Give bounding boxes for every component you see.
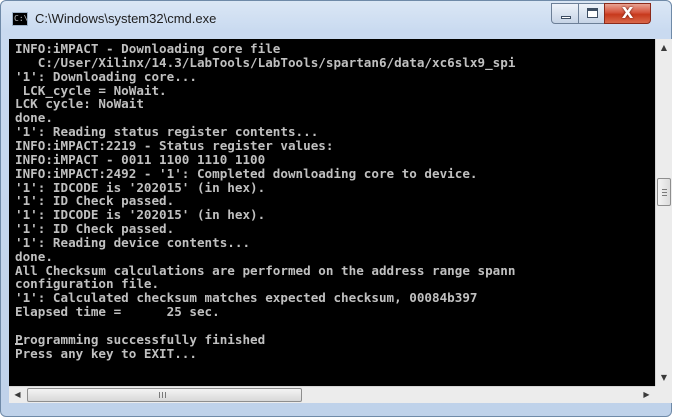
title-bar[interactable]: C:\ C:\Windows\system32\cmd.exe X <box>1 1 671 39</box>
console-line: '1': IDCODE is '202015' (in hex). <box>15 207 266 223</box>
minimize-button[interactable] <box>551 3 579 24</box>
cmd-window: C:\ C:\Windows\system32\cmd.exe X INFO:i… <box>0 0 672 417</box>
console-line: INFO:iMPACT - Downloading core file <box>15 41 281 56</box>
grip-line <box>159 392 160 398</box>
console-line: '1': Downloading core... <box>15 68 197 84</box>
grip-line <box>662 189 667 190</box>
console-line: '1': ID Check passed. <box>15 221 175 237</box>
text-cursor <box>15 343 23 345</box>
console-line: LCK cycle: NoWait <box>15 96 144 112</box>
console-line: '1': IDCODE is '202015' (in hex). <box>15 179 266 195</box>
minimize-icon <box>561 16 571 19</box>
console-line: done. <box>15 110 53 126</box>
grip-line <box>662 195 667 196</box>
close-icon: X <box>621 4 634 22</box>
maximize-button[interactable] <box>578 3 605 24</box>
console-line: '1': Reading status register contents... <box>15 124 319 140</box>
close-button[interactable]: X <box>604 3 651 24</box>
maximize-icon <box>587 8 598 18</box>
console-line: INFO:iMPACT - 0011 1100 1110 1100 <box>15 151 266 167</box>
cmd-icon[interactable]: C:\ <box>12 12 28 26</box>
console-line: All Checksum calculations are performed … <box>15 262 516 278</box>
console-line: INFO:iMPACT:2492 - '1': Completed downlo… <box>15 165 478 181</box>
console-line: Programming successfully finished <box>15 331 266 347</box>
grip-line <box>162 392 163 398</box>
vertical-scroll-thumb[interactable] <box>657 178 671 206</box>
scroll-up-arrow-icon[interactable]: ▲ <box>656 39 672 56</box>
console-line: '1': ID Check passed. <box>15 193 175 209</box>
scrollbar-corner <box>655 386 672 403</box>
console-line: Press any key to EXIT... <box>15 345 197 361</box>
console-line: C:/User/Xilinx/14.3/LabTools/LabTools/sp… <box>15 54 516 70</box>
scroll-down-arrow-icon[interactable]: ▼ <box>656 369 672 386</box>
console-line: INFO:iMPACT:2219 - Status register value… <box>15 137 334 153</box>
grip-line <box>165 392 166 398</box>
console-line: Elapsed time = 25 sec. <box>15 304 220 320</box>
console-line: LCK_cycle = NoWait. <box>15 82 167 98</box>
scroll-right-arrow-icon[interactable]: ▶ <box>638 387 655 404</box>
grip-line <box>662 192 667 193</box>
horizontal-scroll-thumb[interactable] <box>27 388 302 402</box>
horizontal-scrollbar[interactable]: ◀ ▶ <box>9 386 655 403</box>
vertical-scrollbar[interactable]: ▲ ▼ <box>655 39 672 386</box>
console-line: '1': Calculated checksum matches expecte… <box>15 290 478 306</box>
console-line: done. <box>15 248 53 264</box>
scroll-left-arrow-icon[interactable]: ◀ <box>9 387 26 404</box>
console-line: '1': Reading device contents... <box>15 234 251 250</box>
console-output[interactable]: INFO:iMPACT - Downloading core file C:/U… <box>9 39 655 386</box>
window-title: C:\Windows\system32\cmd.exe <box>35 11 217 26</box>
console-line: configuration file. <box>15 276 160 292</box>
